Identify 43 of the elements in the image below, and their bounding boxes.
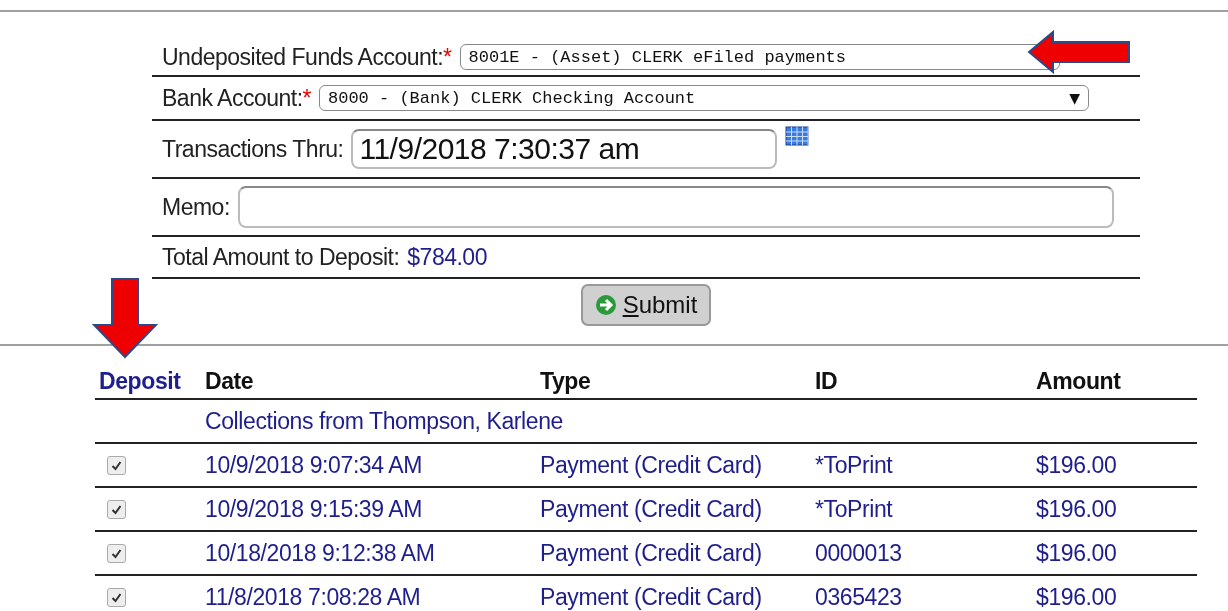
column-header: Amount (1036, 367, 1122, 395)
table-cell-text: 10/9/2018 9:07:34 AM (205, 451, 424, 479)
date-field[interactable]: 11/9/2018 7:30:37 am (351, 129, 778, 169)
field-label: Undeposited Funds Account:* (162, 43, 452, 71)
table-cell-text: Payment (Credit Card) (540, 495, 763, 523)
arrow-right-icon (594, 294, 617, 316)
table-cell-text: $196.00 (1036, 495, 1118, 523)
table-cell-text: Payment (Credit Card) (540, 583, 763, 611)
field-label: Bank Account:* (162, 84, 311, 112)
table-cell-text: *ToPrint (815, 495, 894, 523)
checkmark-icon (111, 591, 122, 603)
deposit-checkbox[interactable] (107, 499, 126, 519)
checkmark-icon (111, 459, 122, 471)
table-cell-text: 11/8/2018 7:08:28 AM (205, 583, 422, 611)
field-label: Memo: (162, 193, 230, 221)
total-amount: $784.00 (407, 243, 487, 271)
column-header: Type (540, 367, 592, 395)
deposit-checkbox[interactable] (107, 587, 126, 607)
table-cell-text: 10/18/2018 9:12:38 AM (205, 539, 436, 567)
checkmark-icon (111, 547, 122, 559)
table-cell-text: 10/9/2018 9:15:39 AM (205, 495, 424, 523)
table-cell-text: 0365423 (815, 583, 903, 611)
submit-button[interactable]: Submit (580, 284, 712, 326)
field-label: Total Amount to Deposit: (162, 243, 400, 271)
column-header: Deposit (98, 367, 182, 395)
checkmark-icon (111, 503, 122, 515)
column-header: Date (205, 367, 255, 395)
deposit-checkbox[interactable] (107, 543, 126, 563)
table-cell-text: $196.00 (1036, 583, 1118, 611)
table-cell-text: $196.00 (1036, 539, 1118, 567)
table-cell-text: *ToPrint (815, 451, 894, 479)
table-cell-text: Payment (Credit Card) (540, 451, 763, 479)
column-header: ID (815, 367, 839, 395)
table-cell-text: $196.00 (1036, 451, 1118, 479)
group-heading: Collections from Thompson, Karlene (205, 407, 564, 435)
table-cell-text: 0000013 (815, 539, 903, 567)
memo-field[interactable] (237, 186, 1114, 228)
deposit-checkbox[interactable] (107, 455, 126, 475)
account-select[interactable]: 8001E - (Asset) CLERK eFiled payments (459, 44, 1060, 70)
account-select[interactable]: 8000 - (Bank) CLERK Checking Account ▼ (319, 85, 1089, 111)
calendar-icon[interactable] (785, 125, 810, 147)
table-cell-text: Payment (Credit Card) (540, 539, 763, 567)
field-label: Transactions Thru: (162, 135, 344, 163)
